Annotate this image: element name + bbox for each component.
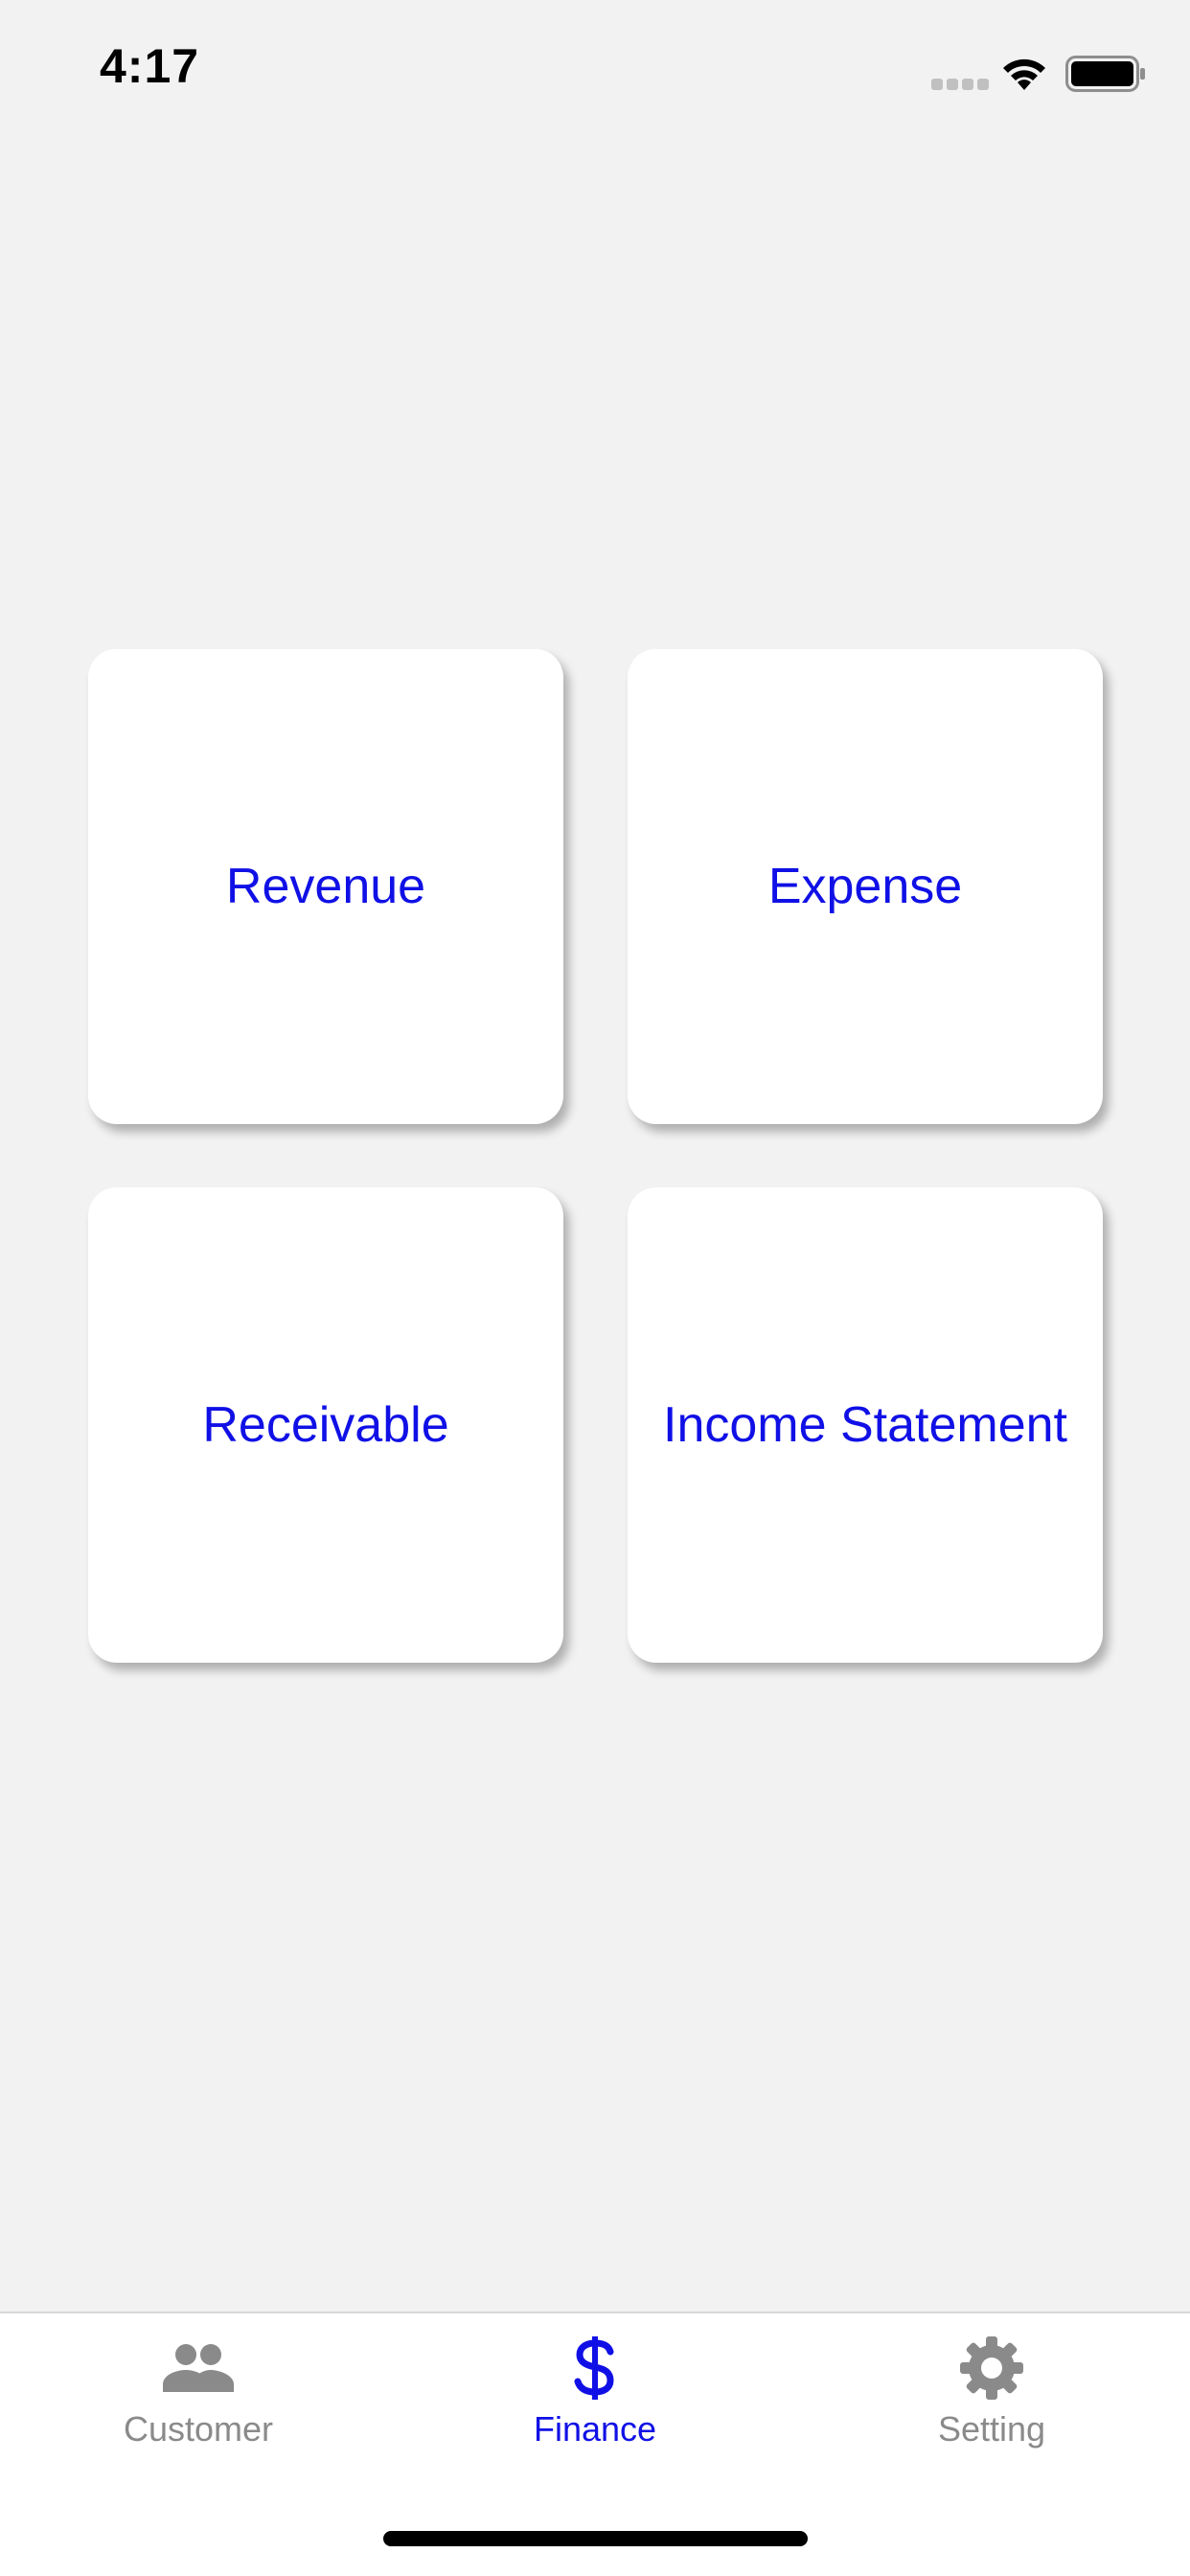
tab-setting-label: Setting (937, 2409, 1046, 2449)
receivable-label: Receivable (202, 1397, 449, 1453)
expense-label: Expense (767, 859, 963, 914)
dollar-icon (557, 2334, 633, 2402)
gear-icon (953, 2334, 1030, 2402)
tab-customer-label: Customer (123, 2409, 274, 2449)
receivable-card[interactable]: Receivable (88, 1187, 563, 1663)
tab-finance-label: Finance (533, 2409, 657, 2449)
revenue-label: Revenue (225, 859, 426, 914)
income-statement-card[interactable]: Income Statement (628, 1187, 1103, 1663)
battery-icon (1065, 56, 1145, 92)
home-indicator[interactable] (383, 2531, 808, 2546)
expense-card[interactable]: Expense (628, 649, 1103, 1124)
cellular-signal-icon (931, 79, 989, 90)
screen: 4:17 Revenue Expense Receivable Income S… (0, 0, 1190, 2576)
revenue-card[interactable]: Revenue (88, 649, 563, 1124)
status-bar: 4:17 (0, 0, 1190, 134)
income-statement-label: Income Statement (663, 1397, 1067, 1453)
status-time: 4:17 (100, 39, 200, 93)
tab-setting[interactable]: Setting (793, 2313, 1190, 2486)
people-icon (160, 2334, 237, 2402)
tab-customer[interactable]: Customer (0, 2313, 397, 2486)
tab-finance[interactable]: Finance (397, 2313, 793, 2486)
wifi-icon (1003, 58, 1045, 90)
